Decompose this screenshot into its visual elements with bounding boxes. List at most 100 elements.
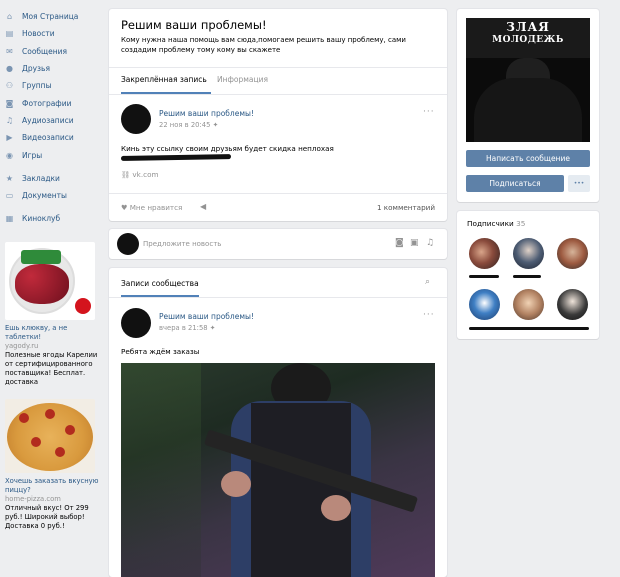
sidebar-item-photos[interactable]: ◙ Фотографии [5, 94, 101, 111]
topping-shape [45, 408, 55, 419]
share-icon[interactable]: ◀ [200, 202, 206, 211]
sidebar-item-bookmarks[interactable]: ★ Закладки [5, 170, 101, 187]
subscriber-name-redacted [469, 275, 499, 278]
star-icon: ★ [5, 173, 14, 183]
label-shape [21, 249, 61, 264]
group-cover-image[interactable]: ЗЛАЯ МОЛОДЕЖЬ [466, 18, 590, 142]
post-time-text: 22 ноя в 20:45 [159, 121, 211, 129]
sidebar-item-label: Фотографии [22, 98, 72, 108]
sidebar-menu: ⌂ Моя Страница ▤ Новости ✉ Сообщения ● Д… [5, 8, 101, 228]
sidebar-item-news[interactable]: ▤ Новости [5, 25, 101, 42]
subscriber-avatar[interactable] [557, 238, 588, 269]
divider [109, 94, 447, 95]
ad-image-cranberry[interactable] [5, 241, 95, 320]
ad-image-pizza[interactable] [5, 398, 95, 473]
sidebar-item-video[interactable]: ▶ Видеозаписи [5, 129, 101, 146]
ad-domain: yagody.ru [5, 341, 39, 350]
sidebar-item-label: Видеозаписи [22, 133, 74, 143]
post-more-icon[interactable]: ··· [423, 310, 435, 320]
like-button[interactable]: ♥ Мне нравится [121, 203, 182, 212]
sidebar-item-groups[interactable]: ⚇ Группы [5, 77, 101, 94]
send-message-button[interactable]: Написать сообщение [466, 150, 590, 167]
group-name: Решим ваши проблемы! [121, 18, 267, 32]
subscriber-avatar[interactable] [469, 238, 500, 269]
subscriber-avatar[interactable] [557, 289, 588, 320]
berries-shape [15, 263, 69, 304]
like-label: Мне нравится [129, 203, 183, 212]
post-author-avatar[interactable] [121, 104, 151, 134]
subscribers-count: 35 [516, 219, 526, 228]
post-link-attachment[interactable]: ⛓ vk.com [121, 170, 158, 179]
sidebar-item-my-page[interactable]: ⌂ Моя Страница [5, 8, 101, 25]
apps-icon: ▦ [5, 214, 14, 224]
redacted-link [120, 154, 232, 161]
sidebar-item-documents[interactable]: ▭ Документы [5, 187, 101, 204]
subscriber-avatar[interactable] [513, 289, 544, 320]
topping-shape [31, 436, 41, 447]
camera-icon[interactable]: ◙ [395, 238, 404, 248]
wall-card: Записи сообщества ⌕ Решим ваши проблемы!… [109, 268, 447, 577]
search-icon[interactable]: ⌕ [425, 277, 430, 287]
sidebar-item-messages[interactable]: ✉ Сообщения [5, 43, 101, 60]
hand-shape [321, 495, 351, 521]
berry-shape [75, 297, 91, 314]
sidebar-item-label: Киноклуб [22, 214, 61, 224]
comments-link[interactable]: 1 комментарий [377, 203, 435, 212]
suggest-news-input[interactable]: Предложите новость [143, 240, 221, 248]
user-avatar[interactable] [117, 233, 139, 255]
subscribers-label: Подписчики [467, 219, 514, 228]
ad-domain: home-pizza.com [5, 494, 61, 503]
ad-text: Отличный вкус! От 299 руб.! Широкий выбо… [5, 503, 89, 530]
music-icon[interactable]: ♫ [426, 238, 434, 248]
heart-icon: ♥ [121, 203, 130, 212]
subscribers-card: Подписчики 35 [457, 211, 599, 339]
camera-icon: ◙ [5, 98, 14, 108]
sidebar-item-label: Аудиозаписи [22, 115, 74, 125]
tab-pinned-post[interactable]: Закреплённая запись [121, 75, 207, 84]
tab-info[interactable]: Информация [217, 75, 268, 84]
sidebar-item-label: Новости [22, 29, 55, 39]
sidebar-item-audio[interactable]: ♫ Аудиозаписи [5, 112, 101, 129]
suggest-news-card: Предложите новость ◙ ▣ ♫ [109, 229, 447, 259]
subscriber-avatar[interactable] [513, 238, 544, 269]
pin-icon: ✦ [212, 121, 219, 129]
sidebar-item-label: Документы [22, 191, 67, 201]
divider [109, 297, 447, 298]
left-sidebar: ⌂ Моя Страница ▤ Новости ✉ Сообщения ● Д… [5, 8, 101, 531]
post-photo[interactable] [121, 363, 435, 577]
ad-title[interactable]: Хочешь заказать вкусную пиццу? [5, 477, 101, 495]
hand-shape [221, 471, 251, 497]
subscriber-name-redacted [469, 327, 589, 330]
post-more-icon[interactable]: ··· [423, 107, 435, 117]
post-author-avatar[interactable] [121, 308, 151, 338]
wall-title[interactable]: Записи сообщества [121, 279, 199, 288]
sidebar-item-label: Друзья [22, 64, 50, 74]
more-actions-button[interactable]: ••• [568, 175, 590, 192]
post-timestamp[interactable]: 22 ноя в 20:45 ✦ [159, 121, 218, 129]
friends-icon: ● [6, 64, 13, 74]
subscriber-name-redacted [513, 275, 541, 278]
subscribe-button[interactable]: Подписаться [466, 175, 564, 192]
divider [109, 67, 447, 68]
subscribers-header[interactable]: Подписчики 35 [467, 219, 525, 228]
sidebar-item-label: Группы [22, 81, 52, 91]
ad-text: Полезные ягоды Карелии от сертифицирован… [5, 350, 98, 386]
group-header-card: Решим ваши проблемы! Кому нужна наша пом… [109, 9, 447, 221]
cover-text-line2: МОЛОДЕЖЬ [492, 35, 564, 45]
post-author-name[interactable]: Решим ваши проблемы! [159, 312, 254, 321]
subscriber-avatar[interactable] [469, 289, 500, 320]
sidebar-item-games[interactable]: ◉ Игры [5, 146, 101, 163]
ad-block-pizza[interactable]: Хочешь заказать вкусную пиццу? home-pizz… [5, 398, 101, 531]
ad-block-cranberry[interactable]: Ешь клюкву, а не таблетки! yagody.ru Пол… [5, 241, 101, 387]
home-icon: ⌂ [6, 12, 13, 22]
group-status: Кому нужна наша помощь вам сюда,помогаем… [121, 36, 406, 54]
ad-title[interactable]: Ешь клюкву, а не таблетки! [5, 324, 101, 342]
sidebar-item-friends[interactable]: ● Друзья [5, 60, 101, 77]
post-author-name[interactable]: Решим ваши проблемы! [159, 109, 254, 118]
divider [109, 193, 447, 194]
sidebar-item-cinema-club[interactable]: ▦ Киноклуб [5, 210, 101, 227]
sidebar-item-label: Игры [22, 150, 43, 160]
video-icon[interactable]: ▣ [410, 238, 419, 248]
post-timestamp[interactable]: вчера в 21:58 ✦ [159, 324, 215, 332]
group-avatar-card: ЗЛАЯ МОЛОДЕЖЬ Написать сообщение Подписа… [457, 9, 599, 202]
